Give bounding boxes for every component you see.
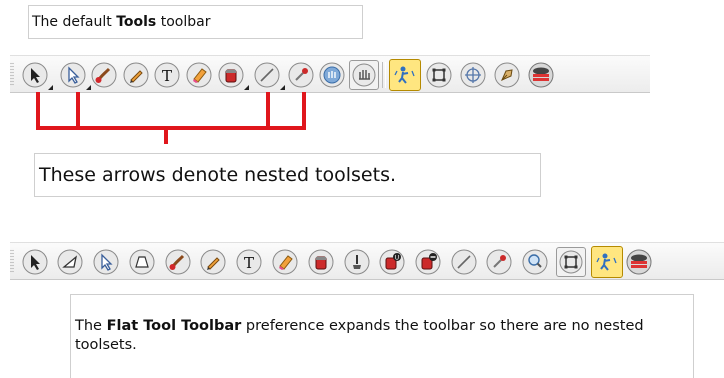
dropper-tool-icon[interactable] bbox=[288, 62, 314, 88]
caption-text: The bbox=[75, 318, 107, 334]
select-tool-icon[interactable] bbox=[22, 249, 48, 275]
zoom-tool-icon[interactable] bbox=[522, 249, 548, 275]
hand-tool-icon[interactable] bbox=[319, 62, 345, 88]
flat-tools-toolbar: T U bbox=[10, 242, 724, 280]
default-toolbar-caption: The default Tools toolbar bbox=[28, 5, 363, 39]
toolbar-separator bbox=[382, 62, 386, 88]
reposition-all-drawings-tool-icon[interactable] bbox=[349, 60, 379, 90]
dropper-tool-icon[interactable] bbox=[486, 249, 512, 275]
contour-editor-tool-icon[interactable] bbox=[60, 62, 91, 90]
caption-bold: Tools bbox=[116, 14, 157, 30]
toolbar-grip[interactable] bbox=[10, 249, 14, 273]
line-tool-icon[interactable] bbox=[254, 62, 285, 90]
brush-tool-icon[interactable] bbox=[165, 249, 191, 275]
nested-toolset-arrow bbox=[43, 85, 53, 90]
text-tool-icon[interactable]: T bbox=[236, 249, 262, 275]
bracket-stem bbox=[302, 92, 306, 130]
caption-text: The default bbox=[32, 14, 117, 30]
stroke-tool-icon[interactable] bbox=[494, 62, 520, 88]
caption-text: toolbar bbox=[156, 14, 211, 30]
pencil-tool-icon[interactable] bbox=[200, 249, 226, 275]
bracket-bar bbox=[36, 126, 306, 130]
ink-tool-icon[interactable] bbox=[344, 249, 370, 275]
bracket-pointer bbox=[164, 126, 168, 144]
nested-toolsets-caption: These arrows denote nested toolsets. bbox=[34, 153, 541, 197]
nested-toolset-arrow bbox=[81, 85, 91, 90]
toolbar-grip[interactable] bbox=[10, 62, 14, 86]
caption-bold: Flat Tool Toolbar bbox=[106, 318, 242, 334]
text-tool-icon[interactable]: T bbox=[154, 62, 180, 88]
bracket-stem bbox=[36, 92, 40, 130]
colour-disc-tool-icon[interactable] bbox=[528, 62, 554, 88]
eraser-tool-icon[interactable] bbox=[186, 62, 212, 88]
paint-tool-icon[interactable] bbox=[308, 249, 334, 275]
select-tool-icon[interactable] bbox=[22, 62, 53, 90]
svg-text:U: U bbox=[395, 255, 399, 262]
pencil-tool-icon[interactable] bbox=[123, 62, 149, 88]
paint-tool-icon[interactable] bbox=[218, 62, 249, 90]
animate-tool-icon[interactable] bbox=[591, 246, 623, 278]
default-tools-toolbar: T bbox=[10, 55, 650, 93]
pivot-tool-icon[interactable] bbox=[460, 62, 486, 88]
animate-tool-icon[interactable] bbox=[389, 59, 421, 91]
perspective-tool-icon[interactable] bbox=[129, 249, 155, 275]
flat-toolbar-caption: The Flat Tool Toolbar preference expands… bbox=[70, 294, 694, 378]
nested-toolset-arrow bbox=[239, 85, 249, 90]
transform-tool-icon[interactable] bbox=[426, 62, 452, 88]
brush-tool-icon[interactable] bbox=[91, 62, 117, 88]
transform-tool-icon[interactable] bbox=[556, 247, 586, 277]
bracket-stem bbox=[76, 92, 80, 130]
colour-disc-tool-icon[interactable] bbox=[626, 249, 652, 275]
cutter-tool-icon[interactable] bbox=[57, 249, 83, 275]
line-tool-icon[interactable] bbox=[451, 249, 477, 275]
contour-editor-tool-icon[interactable] bbox=[93, 249, 119, 275]
eraser-tool-icon[interactable] bbox=[272, 249, 298, 275]
svg-text:T: T bbox=[162, 67, 172, 85]
paint-unpainted-tool-icon[interactable]: U bbox=[379, 249, 405, 275]
paint-unpainted-2-tool-icon[interactable] bbox=[415, 249, 441, 275]
svg-text:T: T bbox=[244, 254, 254, 272]
nested-toolset-arrow bbox=[275, 85, 285, 90]
bracket-stem bbox=[266, 92, 270, 130]
